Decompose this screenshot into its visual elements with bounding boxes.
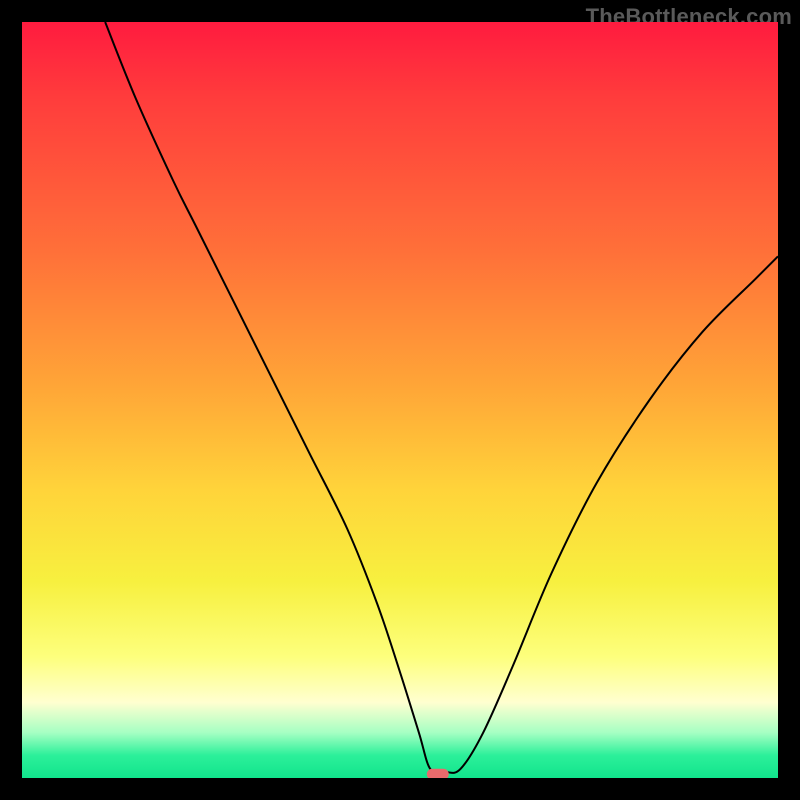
plot-area: [22, 22, 778, 778]
chart-frame: TheBottleneck.com: [0, 0, 800, 800]
optimum-marker: [427, 769, 449, 778]
chart-svg: [22, 22, 778, 778]
chart-background: [22, 22, 778, 778]
